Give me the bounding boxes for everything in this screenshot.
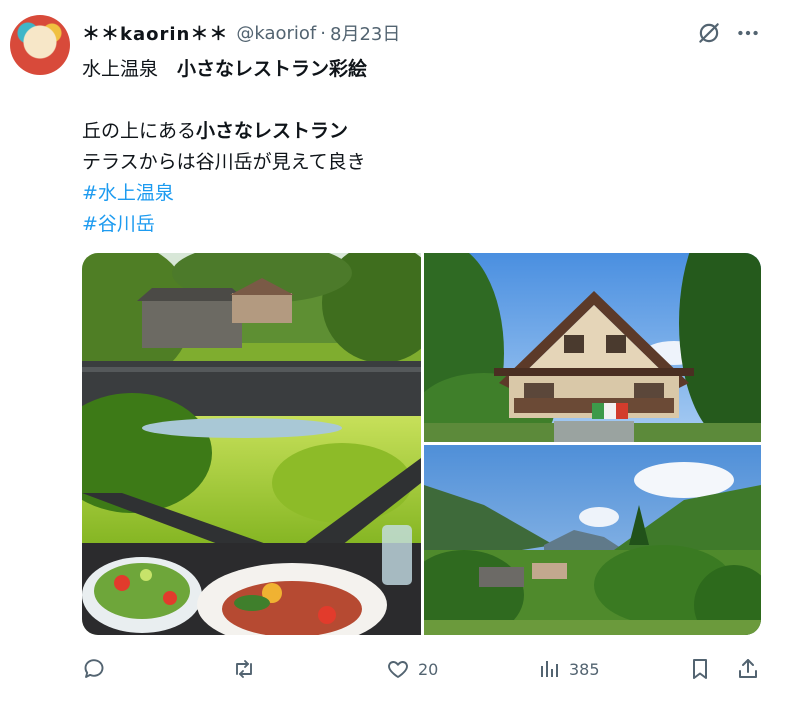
text-line1-plain: 水上温泉	[82, 58, 178, 80]
bookmark-button[interactable]	[688, 652, 712, 686]
hashtag-link[interactable]: #谷川岳	[82, 213, 155, 235]
action-bar: 20 385	[82, 652, 772, 686]
display-name[interactable]: ＊＊kaorin＊＊	[82, 20, 228, 46]
reply-button[interactable]	[82, 652, 114, 686]
text-line3: テラスからは谷川岳が見えて良き	[82, 151, 366, 173]
grok-icon[interactable]	[696, 20, 722, 46]
user-handle[interactable]: @kaoriof	[236, 23, 316, 44]
retweet-button[interactable]	[232, 652, 264, 686]
share-button[interactable]	[736, 652, 760, 686]
media-grid	[82, 253, 761, 635]
retweet-icon	[236, 660, 252, 678]
photo-restaurant-building[interactable]	[424, 253, 761, 442]
like-icon	[388, 661, 408, 678]
photo-mountain-valley[interactable]	[424, 445, 761, 635]
bookmark-icon	[693, 659, 707, 679]
views-button[interactable]: 385	[537, 652, 600, 686]
views-count: 385	[569, 659, 600, 679]
photo-terrace-meal[interactable]	[82, 253, 421, 635]
text-line1-bold: 小さなレストラン彩絵	[177, 58, 368, 80]
post-text: 水上温泉 小さなレストラン彩絵 丘の上にある小さなレストラン テラスからは谷川岳…	[82, 54, 762, 240]
share-icon	[739, 659, 757, 678]
text-line2-plain: 丘の上にある	[82, 120, 197, 142]
post-header: ＊＊kaorin＊＊ @kaoriof · 8月23日	[82, 20, 400, 46]
reply-icon	[84, 659, 104, 678]
views-icon	[541, 661, 558, 677]
like-button[interactable]: 20	[386, 652, 438, 686]
text-line2-bold: 小さなレストラン	[196, 120, 349, 142]
more-icon[interactable]	[735, 20, 761, 46]
like-count: 20	[418, 659, 439, 679]
separator-dot: ·	[320, 22, 326, 44]
hashtag-link[interactable]: #水上温泉	[82, 182, 174, 204]
avatar[interactable]	[10, 15, 70, 75]
post-date[interactable]: 8月23日	[330, 20, 400, 46]
